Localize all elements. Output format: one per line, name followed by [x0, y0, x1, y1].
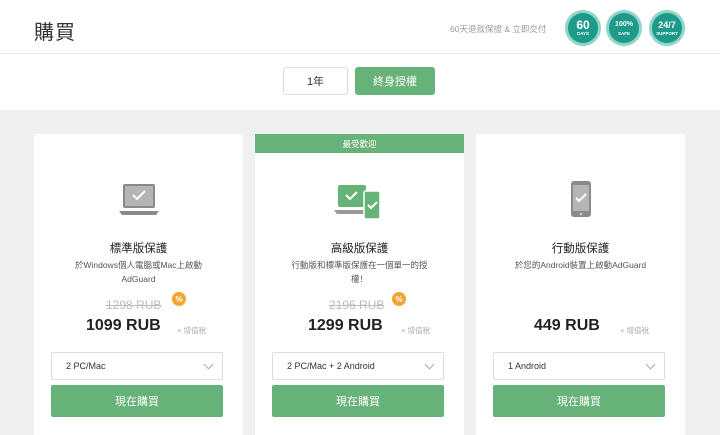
plan-description: 於Windows個人電腦或Mac上啟動AdGuard [74, 260, 203, 284]
vat-note: + 增值稅 [401, 326, 430, 335]
vat-note: + 增值稅 [620, 326, 649, 335]
discount-badge: % [172, 292, 186, 306]
price: 1099 RUB [86, 317, 161, 334]
plan-card-mobile: 行動版保護 於您的Android裝置上啟動AdGuard 449 RUB + 增… [476, 134, 685, 435]
page-title: 購買 [34, 22, 76, 44]
plan-card-standard: 標準版保護 於Windows個人電腦或Mac上啟動AdGuard 1298 RU… [34, 134, 243, 435]
device-count-select[interactable]: 2 PC/Mac [51, 352, 223, 380]
buy-now-button[interactable]: 現在購買 [51, 385, 223, 417]
plan-description: 行動版和標準版保護在一個單一的授權！ [291, 260, 428, 284]
old-price: 2196 RUB [329, 298, 385, 312]
chevron-down-icon [203, 359, 214, 370]
safe-badge: 100% SAFE [606, 10, 642, 46]
plan-name: 行動版保護 [551, 243, 610, 255]
guarantee-text: 60天退款保證 & 立即交付 [450, 24, 547, 34]
tab-1-year[interactable]: 1年 [283, 67, 348, 95]
device-count-select[interactable]: 2 PC/Mac + 2 Android [272, 352, 444, 380]
chevron-down-icon [645, 359, 656, 370]
plan-name: 高級版保護 [330, 243, 389, 255]
buy-now-button[interactable]: 現在購買 [493, 385, 665, 417]
support-badge: 24/7 SUPPORT [649, 10, 685, 46]
phone-icon [476, 179, 685, 219]
most-popular-ribbon: 最受歡迎 [255, 134, 464, 153]
laptop-and-phone-icon [255, 183, 464, 223]
header: 購買 60天退款保證 & 立即交付 60 DAYS 100% SAFE 24/7… [0, 0, 720, 54]
buy-now-button[interactable]: 現在購買 [272, 385, 444, 417]
money-back-badge: 60 DAYS [565, 10, 601, 46]
price: 1299 RUB [308, 317, 383, 334]
discount-badge: % [392, 292, 406, 306]
chevron-down-icon [424, 359, 435, 370]
old-price: 1298 RUB [106, 298, 162, 312]
plan-name: 標準版保護 [109, 243, 168, 255]
plan-description: 於您的Android裝置上啟動AdGuard [514, 260, 647, 270]
device-count-select[interactable]: 1 Android [493, 352, 665, 380]
price: 449 RUB [534, 317, 600, 334]
plan-card-premium: 高級版保護 行動版和標準版保護在一個單一的授權！ 2196 RUB % 1299… [255, 153, 464, 435]
laptop-icon [34, 182, 243, 222]
tab-lifetime[interactable]: 終身授權 [355, 67, 435, 95]
vat-note: + 增值稅 [177, 326, 206, 335]
